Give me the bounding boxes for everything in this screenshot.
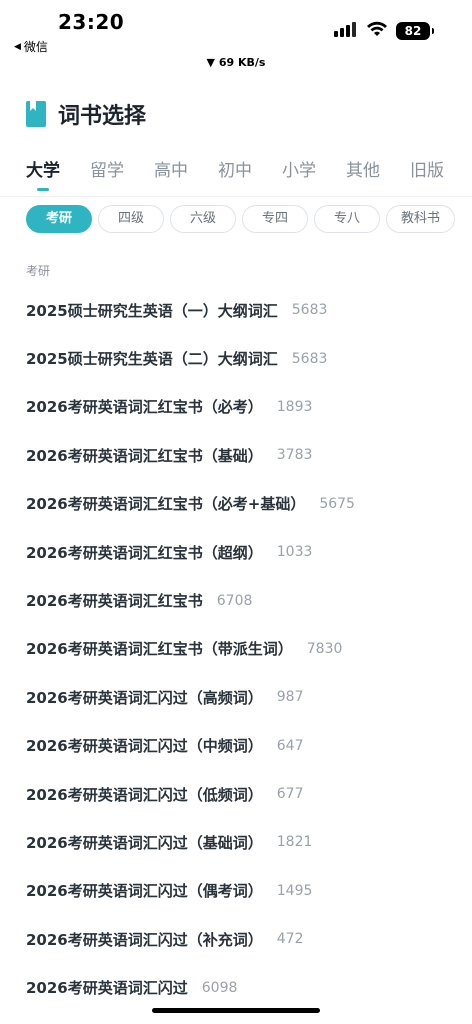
book-list-item[interactable]: 2025硕士研究生英语（二）大纲词汇 5683 [26, 334, 456, 382]
book-list: 2025硕士研究生英语（一）大纲词汇 5683 2025硕士研究生英语（二）大纲词汇… [26, 286, 456, 1012]
subcategory-chips: 考研 四级 六级 专四 专八 教科书 [26, 205, 456, 233]
book-word-count: 5675 [319, 495, 355, 512]
book-word-count: 5683 [291, 350, 328, 367]
book-name: 2025硕士研究生英语（二）大纲词汇 [26, 350, 278, 369]
status-bar: 23:20 ◀ 微信 ▼ 69 KB/s 82 [0, 0, 472, 80]
book-word-count: 647 [276, 737, 304, 754]
tab-item[interactable]: 其他 [346, 156, 410, 188]
tabs-divider [0, 196, 472, 197]
book-word-count: 5683 [291, 302, 328, 319]
book-list-item[interactable]: 2026考研英语词汇闪过（偶考词） 1495 [26, 867, 456, 915]
book-name: 2026考研英语词汇红宝书（超纲） [26, 543, 263, 562]
tab-item[interactable]: 留学 [90, 156, 154, 188]
section-label: 考研 [26, 264, 51, 278]
back-app-label: 微信 [23, 40, 48, 54]
book-list-item[interactable]: 2025硕士研究生英语（一）大纲词汇 5683 [26, 286, 456, 334]
book-list-item[interactable]: 2026考研英语词汇红宝书（必考+基础） 5675 [26, 480, 456, 528]
book-list-item[interactable]: 2026考研英语词汇红宝书（带派生词） 7830 [26, 625, 456, 673]
book-name: 2026考研英语词汇闪过（基础词） [26, 833, 263, 852]
book-name: 2025硕士研究生英语（一）大纲词汇 [26, 301, 278, 320]
filter-chip[interactable]: 四级 [98, 205, 164, 233]
book-word-count: 6098 [201, 979, 238, 996]
book-name: 2026考研英语词汇红宝书（基础） [26, 446, 263, 465]
wifi-icon [367, 21, 387, 36]
tab-item[interactable]: 旧版 [410, 156, 472, 188]
home-indicator [152, 1008, 320, 1013]
book-name: 2026考研英语词汇红宝书（带派生词） [26, 640, 293, 659]
book-name: 2026考研英语词汇闪过（补充词） [26, 930, 263, 949]
book-icon [26, 101, 46, 127]
filter-chip[interactable]: 教科书 [386, 205, 456, 233]
book-name: 2026考研英语词汇闪过（偶考词） [26, 882, 263, 901]
book-name: 2026考研英语词汇闪过（低频词） [26, 785, 263, 804]
category-tabs: 大学 留学 高中 初中 小学 其他 旧版 [26, 156, 472, 191]
book-list-item[interactable]: 2026考研英语词汇闪过 6098 [26, 963, 456, 1011]
book-word-count: 677 [276, 786, 304, 803]
book-list-item[interactable]: 2026考研英语词汇闪过（中频词） 647 [26, 722, 456, 770]
book-list-item[interactable]: 2026考研英语词汇闪过（基础词） 1821 [26, 818, 456, 866]
network-speed: ▼ 69 KB/s [206, 56, 266, 69]
book-list-item[interactable]: 2026考研英语词汇红宝书 6708 [26, 576, 456, 624]
book-word-count: 3783 [276, 447, 313, 464]
book-word-count: 1821 [276, 834, 313, 851]
book-name: 2026考研英语词汇闪过（高频词） [26, 688, 263, 707]
battery-icon: 82 [396, 22, 434, 40]
tab-item[interactable]: 大学 [26, 156, 90, 191]
book-list-item[interactable]: 2026考研英语词汇红宝书（必考） 1893 [26, 383, 456, 431]
book-name: 2026考研英语词汇闪过 [26, 979, 188, 998]
book-name: 2026考研英语词汇红宝书（必考） [26, 398, 263, 417]
book-list-item[interactable]: 2026考研英语词汇红宝书（基础） 3783 [26, 431, 456, 479]
book-word-count: 1893 [276, 398, 313, 415]
cellular-signal-icon [334, 22, 356, 37]
book-name: 2026考研英语词汇红宝书 [26, 592, 203, 611]
filter-chip[interactable]: 专八 [314, 205, 380, 233]
back-to-app-link[interactable]: ◀ 微信 [14, 38, 48, 55]
filter-chip[interactable]: 考研 [26, 205, 92, 233]
status-time: 23:20 [58, 10, 125, 34]
filter-chip[interactable]: 专四 [242, 205, 308, 233]
book-list-item[interactable]: 2026考研英语词汇红宝书（超纲） 1033 [26, 528, 456, 576]
book-name: 2026考研英语词汇闪过（中频词） [26, 737, 263, 756]
book-name: 2026考研英语词汇红宝书（必考+基础） [26, 495, 306, 514]
book-list-item[interactable]: 2026考研英语词汇闪过（补充词） 472 [26, 915, 456, 963]
page-header: 词书选择 [26, 98, 146, 130]
book-word-count: 987 [276, 689, 304, 706]
book-word-count: 472 [276, 931, 304, 948]
book-word-count: 1033 [276, 544, 313, 561]
tab-item[interactable]: 小学 [282, 156, 346, 188]
book-list-item[interactable]: 2026考研英语词汇闪过（高频词） 987 [26, 673, 456, 721]
tab-item[interactable]: 初中 [218, 156, 282, 188]
back-arrow-icon: ◀ [14, 41, 21, 52]
book-list-item[interactable]: 2026考研英语词汇闪过（低频词） 677 [26, 770, 456, 818]
filter-chip[interactable]: 六级 [170, 205, 236, 233]
book-word-count: 6708 [216, 592, 253, 609]
page-title: 词书选择 [58, 104, 147, 129]
book-word-count: 1495 [276, 882, 313, 899]
book-word-count: 7830 [306, 640, 343, 657]
tab-item[interactable]: 高中 [154, 156, 218, 188]
